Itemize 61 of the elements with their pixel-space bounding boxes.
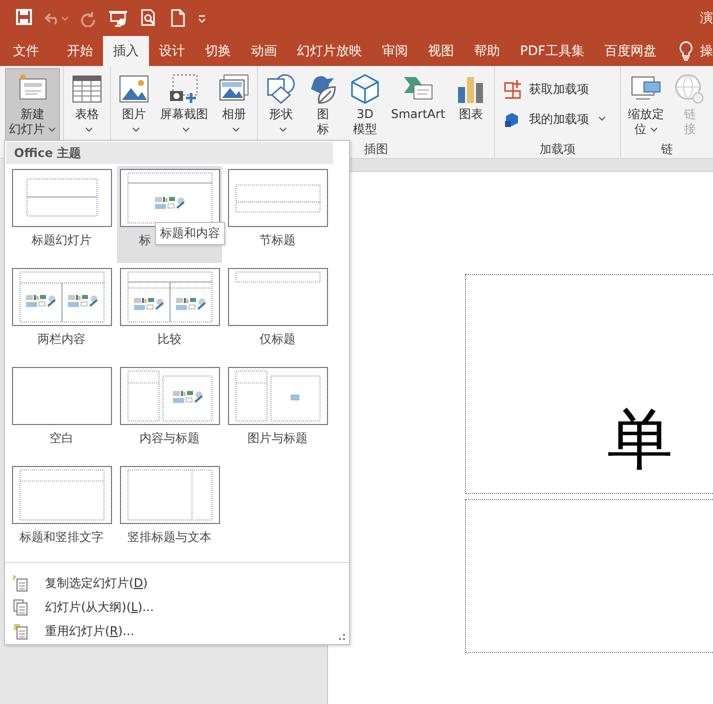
title-placeholder[interactable]: 单 xyxy=(465,274,713,494)
ribbon-tab[interactable]: 插入 xyxy=(103,36,149,66)
layout-option[interactable]: 节标题 xyxy=(225,166,330,263)
ribbon-button[interactable]: 图表 xyxy=(451,68,492,142)
ribbon-button[interactable]: 图片 xyxy=(114,68,154,142)
ribbon-tab[interactable]: 视图 xyxy=(418,36,464,66)
ribbon-button[interactable]: 图 标 xyxy=(303,68,343,142)
ribbon-tab[interactable]: 帮助 xyxy=(464,36,510,66)
reuse-slides-icon xyxy=(13,622,28,640)
group-label: 加载项 xyxy=(538,142,577,158)
menu-item[interactable]: 重用幻灯片(R)... xyxy=(9,619,138,643)
layout-option[interactable]: 标题幻灯片 xyxy=(9,166,114,263)
ribbon-button[interactable]: 缩放定 位 xyxy=(624,68,668,142)
ribbon-button[interactable]: 表格 xyxy=(67,68,107,142)
ribbon-tab[interactable]: 切换 xyxy=(195,36,241,66)
menu-item[interactable]: 复制选定幻灯片(D) xyxy=(9,571,152,595)
ribbon-tab[interactable]: 动画 xyxy=(241,36,287,66)
resize-grip-icon[interactable] xyxy=(339,634,345,640)
layout-option[interactable]: 标题和竖排文字 xyxy=(9,463,114,560)
layout-option[interactable]: 两栏内容 xyxy=(9,265,114,362)
picture-icon xyxy=(118,73,150,105)
ribbon-tab[interactable]: 百度网盘 xyxy=(594,36,666,66)
ribbon-button[interactable]: 相册 xyxy=(214,68,254,142)
layout-option[interactable]: 空白 xyxy=(9,364,114,461)
ribbon-tab[interactable]: 文件 xyxy=(3,36,49,66)
shapes-icon xyxy=(265,73,297,105)
layout-option[interactable]: 图片与标题 xyxy=(225,364,330,461)
ribbon-tab[interactable]: PDF工具集 xyxy=(510,36,594,66)
print-preview-icon[interactable] xyxy=(140,9,158,27)
layout-option[interactable]: 竖排标题与文本 xyxy=(117,463,222,560)
lightbulb-icon[interactable] xyxy=(679,41,693,61)
layout-option[interactable]: 仅标题 xyxy=(225,265,330,362)
duplicate-slide-icon xyxy=(13,574,28,592)
grid-plus-icon xyxy=(503,79,524,99)
ribbon-button[interactable]: 我的加载项 xyxy=(498,106,612,132)
placeholder-text: 单 xyxy=(607,407,673,473)
slideshow-icon[interactable] xyxy=(108,9,128,27)
save-icon[interactable] xyxy=(16,9,32,27)
layout-option[interactable]: 内容与标题 xyxy=(117,364,222,461)
ribbon-button[interactable]: 获取加载项 xyxy=(498,76,612,102)
tooltip: 标题和内容 xyxy=(155,222,225,245)
outline-slides-icon xyxy=(13,598,28,616)
tell-me-text[interactable]: 操 xyxy=(700,42,713,60)
link-icon xyxy=(674,73,706,105)
section-header: Office 主题 xyxy=(6,142,333,164)
ribbon-button[interactable]: SmartArt xyxy=(387,68,450,142)
screenshot-icon xyxy=(168,73,200,105)
cube-icon xyxy=(349,73,381,105)
group-label: 链 xyxy=(660,142,674,158)
layout-option[interactable]: 比较 xyxy=(117,265,222,362)
ribbon-button[interactable]: 新建 幻灯片 xyxy=(5,68,60,142)
group-label: 插图 xyxy=(363,142,390,158)
ribbon-tab[interactable]: 审阅 xyxy=(372,36,418,66)
table-icon xyxy=(71,73,103,105)
menu-item[interactable]: 幻灯片(从大纲)(L)... xyxy=(9,595,158,619)
window-title: 演 xyxy=(700,10,713,27)
ribbon-button[interactable]: 3D 模型 xyxy=(345,68,385,142)
new-file-icon[interactable] xyxy=(170,9,186,27)
ribbon-tab[interactable]: 设计 xyxy=(149,36,195,66)
ribbon-tab[interactable]: 开始 xyxy=(57,36,103,66)
ribbon-tab[interactable]: 幻灯片放映 xyxy=(287,36,372,66)
